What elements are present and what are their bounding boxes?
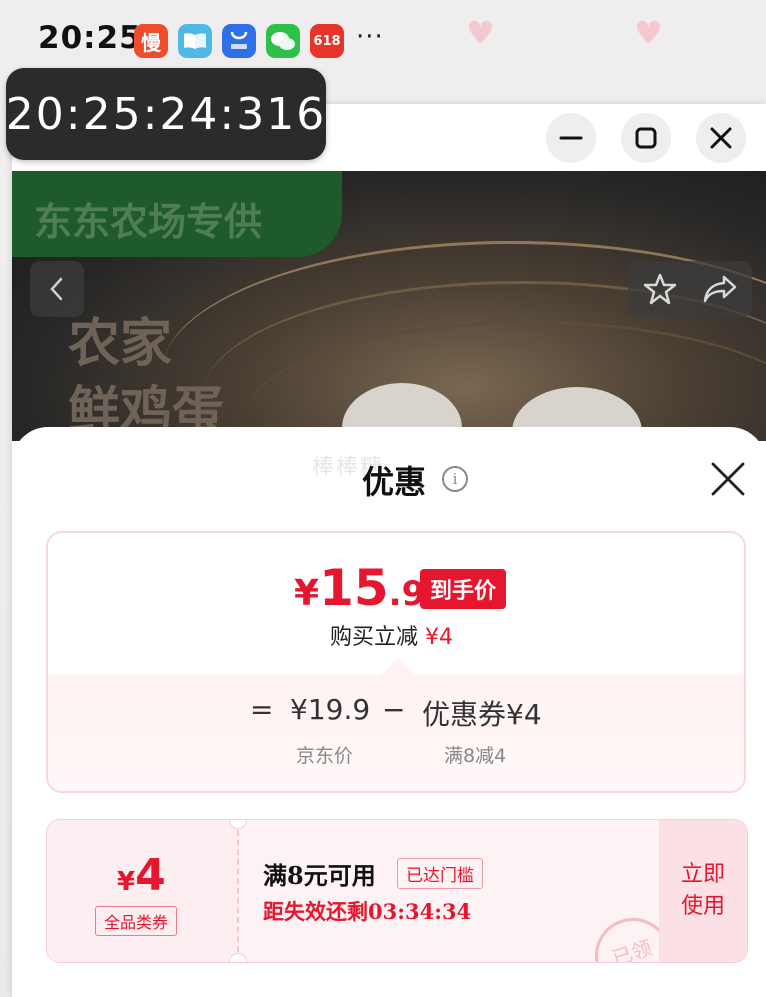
share-arrow-icon: [703, 275, 737, 303]
coupon-currency: ¥: [117, 867, 136, 897]
discount-sheet: 棒棒糖 优惠 i ¥15.9 到手价 购买立减 ¥4 = ¥19.9 − 优惠券: [12, 427, 766, 997]
back-button[interactable]: [30, 261, 84, 317]
coupon-divider: [237, 830, 239, 952]
maximize-icon: [635, 127, 657, 149]
floating-window: 东东农场专供 农家 鲜鸡蛋 棒棒糖 优惠 i ¥15.9 到手价 购买立减 ¥4…: [12, 104, 766, 997]
use-coupon-button[interactable]: 立即使用: [659, 820, 747, 962]
coupon-rule-label: 满8减4: [444, 745, 507, 767]
status-time: 20:25: [38, 20, 142, 56]
coupon-amount: ¥4: [117, 850, 166, 901]
minimize-button[interactable]: [546, 113, 596, 163]
jd-price-label: 京东价: [296, 745, 354, 767]
formula-minus: −: [382, 693, 406, 726]
share-button[interactable]: [690, 273, 750, 305]
farm-badge-text: 东东农场专供: [34, 200, 263, 244]
app-market-icon[interactable]: [222, 24, 256, 58]
maximize-button[interactable]: [621, 113, 671, 163]
threshold-reached-badge: 已达门槛: [397, 858, 483, 889]
final-price-currency: ¥: [294, 573, 320, 614]
minimize-icon: [559, 136, 583, 140]
manmanbuy-icon-label: 慢: [141, 30, 161, 55]
instant-discount-label: 购买立减: [330, 625, 419, 650]
coupon-card: ¥4 全品类券 满8元可用 已达门槛 距失效还剩03:34:34 已领 立即使用: [46, 819, 748, 963]
shopping-bag-icon: [230, 31, 248, 49]
use-coupon-label: 立即使用: [680, 862, 725, 919]
final-price-tag: 到手价: [420, 569, 507, 609]
coupon-expiry-countdown: 距失效还剩03:34:34: [263, 899, 472, 924]
sheet-title: 优惠: [362, 463, 427, 501]
info-icon[interactable]: i: [442, 466, 468, 492]
instant-discount-line: 购买立减 ¥4: [330, 619, 453, 651]
coupon-value: 4: [135, 850, 166, 901]
coupon-deduction-value: 优惠券¥4: [422, 698, 542, 731]
coupon-notch: [229, 953, 247, 962]
open-book-icon: [184, 33, 206, 49]
farm-badge: 东东农场专供: [12, 171, 342, 257]
favorite-button[interactable]: [630, 272, 690, 306]
close-icon: [710, 127, 732, 149]
final-price-integer: 15: [319, 559, 389, 617]
instant-discount-amount: ¥4: [425, 625, 454, 650]
product-hero-image: 东东农场专供 农家 鲜鸡蛋: [12, 171, 766, 441]
jd-618-icon[interactable]: 618: [310, 24, 344, 58]
chevron-left-icon: [50, 277, 63, 301]
reader-book-icon[interactable]: [178, 24, 212, 58]
formula-equals: =: [250, 693, 274, 726]
star-icon: [643, 273, 677, 305]
chat-bubbles-icon: [271, 32, 295, 50]
wechat-icon[interactable]: [266, 24, 300, 58]
background-heart-icon: ♥: [466, 14, 495, 52]
hero-actions: [628, 261, 752, 317]
close-icon: [711, 462, 745, 496]
close-window-button[interactable]: [696, 113, 746, 163]
final-price: ¥15.9: [294, 559, 425, 617]
sheet-close-button[interactable]: [708, 459, 748, 499]
coupon-type-badge: 全品类券: [95, 906, 178, 936]
timer-badge: 20:25:24:316: [6, 68, 326, 160]
price-breakdown-card: ¥15.9 到手价 购买立减 ¥4 = ¥19.9 − 优惠券¥4 京东价 满8…: [46, 531, 746, 793]
jd-price-value: ¥19.9: [290, 693, 371, 726]
background-heart-icon: ♥: [634, 14, 663, 52]
manmanbuy-icon[interactable]: 慢: [134, 24, 168, 58]
coupon-condition: 满8元可用: [263, 861, 376, 890]
product-title-line1: 农家: [68, 314, 173, 374]
jd-618-icon-label: 618: [313, 33, 341, 49]
more-notifications-icon: ···: [356, 22, 384, 52]
